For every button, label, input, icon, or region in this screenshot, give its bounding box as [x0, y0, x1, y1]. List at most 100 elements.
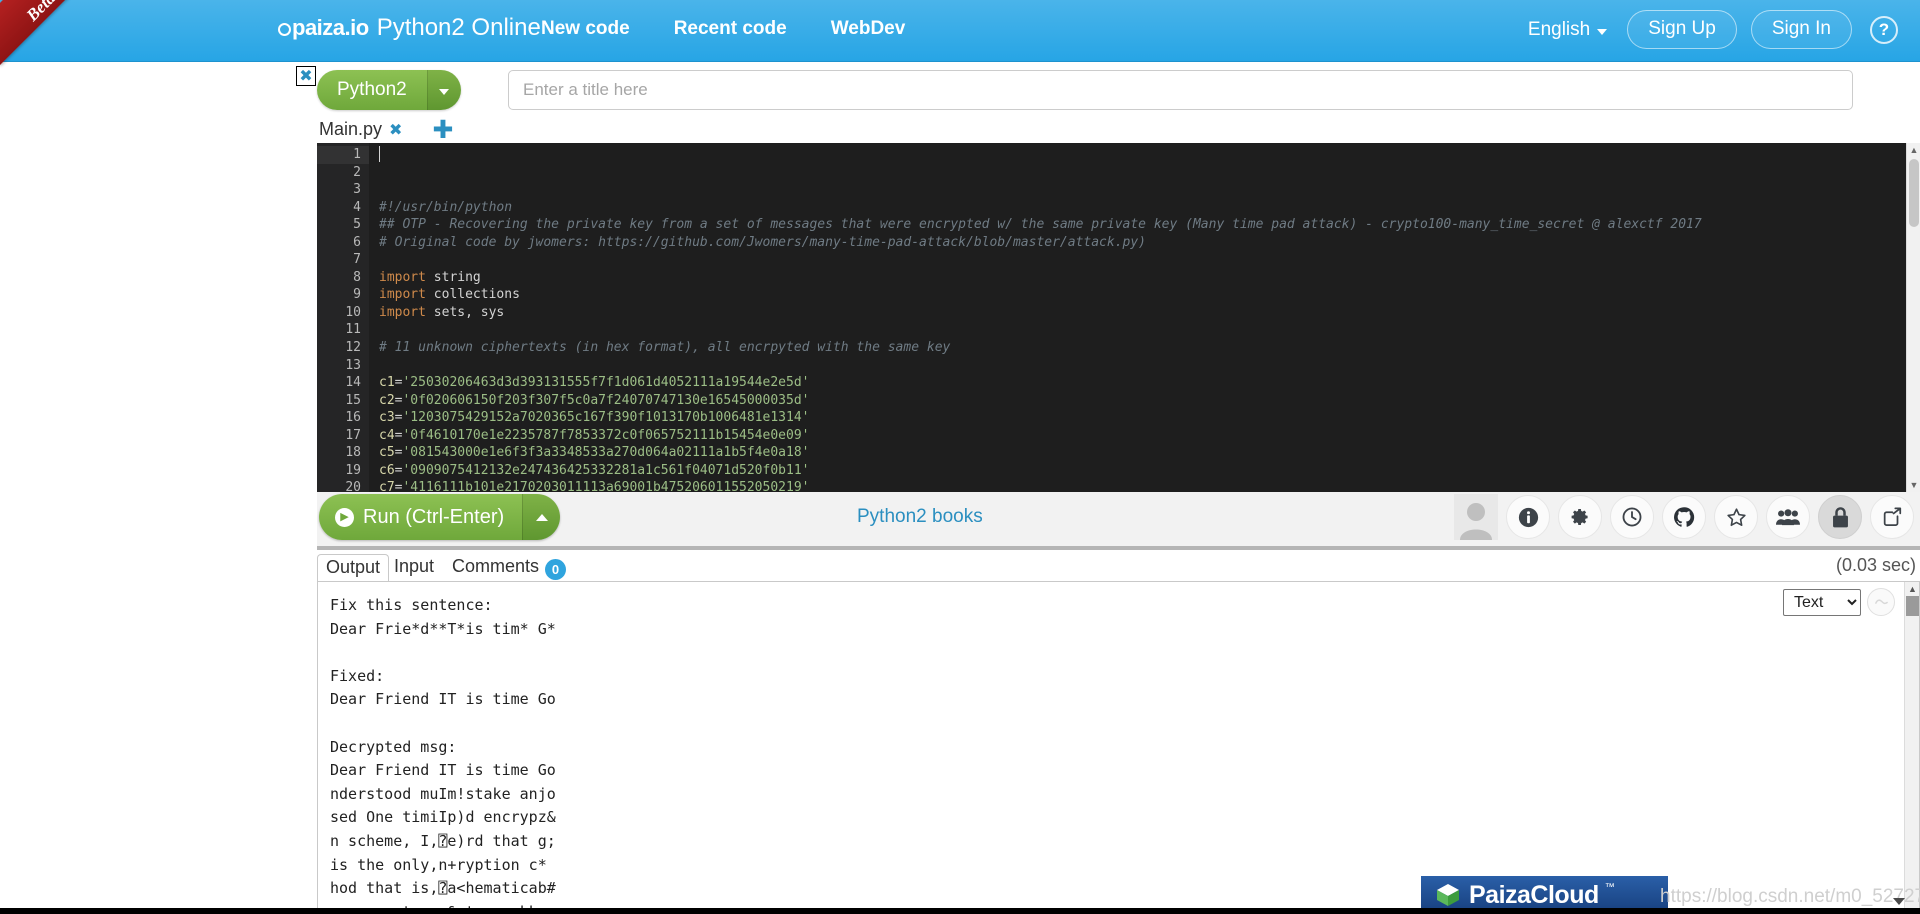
nav-recent-code[interactable]: Recent code: [670, 13, 791, 45]
file-tab-label: Main.py: [319, 118, 383, 139]
history-clock-icon[interactable]: [1610, 495, 1654, 539]
editor-line-number: 18: [345, 445, 361, 461]
run-button-label: Run (Ctrl-Enter): [363, 505, 505, 528]
editor-code-line: c7='4116111b101e2170203011113a69001b4752…: [379, 480, 810, 492]
output-text: Fix this sentence: Dear Frie*d**T*is tim…: [330, 596, 556, 913]
run-toolbar: ▶ Run (Ctrl-Enter) Python2 books: [317, 492, 1920, 550]
scroll-down-icon[interactable]: ▼: [1907, 478, 1920, 492]
beta-ribbon-label: Beta: [22, 0, 59, 25]
page-left-margin: [0, 62, 317, 914]
editor-code-line: c3='1203075429152a7020365c167f390f101317…: [379, 410, 810, 426]
editor-line-number: 19: [345, 462, 361, 478]
main-nav: New code Recent code WebDev: [537, 13, 909, 45]
chevron-down-icon: [1893, 898, 1905, 905]
add-file-icon[interactable]: ✚: [432, 117, 453, 142]
editor-code-line: ## OTP - Recovering the private key from…: [379, 217, 1702, 233]
output-format-select[interactable]: TextHTML: [1783, 589, 1861, 616]
editor-code-line: [379, 251, 1920, 269]
editor-scrollbar-thumb[interactable]: [1909, 159, 1919, 227]
paiza-logo: paiza.io: [278, 15, 369, 41]
refresh-icon[interactable]: [1867, 588, 1895, 616]
editor-line-number: 2: [353, 164, 361, 180]
editor-line-number: 16: [345, 410, 361, 426]
toolbar-icon-group: [1454, 494, 1914, 540]
editor-line-number: 3: [353, 182, 361, 198]
editor-code-line: # Original code by jwomers: https://gith…: [379, 234, 1147, 250]
editor-code-line: c4='0f4610170e1e2235787f7853372c0f065752…: [379, 427, 810, 443]
editor-code-line: import sets, sys: [379, 304, 505, 320]
editor-code-line: c2='0f020606150f203f307f5c0a7f2407074713…: [379, 392, 810, 408]
file-tab-bar: Main.py ✖ ✚: [317, 113, 453, 145]
nav-new-code[interactable]: New code: [537, 13, 634, 45]
tab-comments[interactable]: Comments 0: [444, 554, 574, 582]
editor-line-number: 20: [345, 480, 361, 492]
editor-line-number: 12: [345, 340, 361, 356]
code-editor[interactable]: 123456789101112131415161718192021 #!/usr…: [317, 143, 1920, 492]
group-users-icon[interactable]: [1766, 495, 1810, 539]
share-icon[interactable]: [1870, 495, 1914, 539]
lock-icon[interactable]: [1818, 495, 1862, 539]
beta-ribbon: Beta: [0, 0, 100, 66]
nav-webdev[interactable]: WebDev: [827, 13, 910, 45]
paiza-logo-dot-icon: [278, 22, 291, 36]
chevron-up-icon: [535, 513, 548, 521]
page-title: Python2 Online: [376, 14, 541, 41]
chevron-down-icon: [1597, 28, 1608, 35]
editor-scrollbar[interactable]: ▲ ▼: [1906, 143, 1920, 492]
brand[interactable]: paiza.io Python2 Online: [278, 11, 541, 45]
language-picker-button[interactable]: Python2: [317, 70, 461, 110]
output-tab-bar: Output Input Comments 0 (0.03 sec): [317, 554, 1920, 582]
nav-right-group: English Sign Up Sign In ?: [1522, 10, 1898, 49]
run-button-main[interactable]: ▶ Run (Ctrl-Enter): [319, 494, 523, 540]
scroll-up-icon[interactable]: ▲: [1905, 582, 1919, 596]
editor-code-line: [379, 321, 1920, 339]
info-icon[interactable]: [1506, 495, 1550, 539]
language-picker-label[interactable]: Python2: [317, 70, 427, 110]
language-selector[interactable]: English: [1522, 13, 1613, 47]
editor-line-number: 7: [353, 252, 361, 268]
top-navbar: Beta paiza.io Python2 Online New code Re…: [0, 0, 1920, 66]
gear-icon[interactable]: [1558, 495, 1602, 539]
run-button[interactable]: ▶ Run (Ctrl-Enter): [319, 494, 561, 540]
editor-line-number: 4: [353, 199, 361, 215]
editor-line-number: 10: [345, 304, 361, 320]
editor-code-line: c6='0909075412132e247436425332281a1c561f…: [379, 462, 810, 478]
paizacloud-brand: PaizaCloud: [1469, 880, 1599, 909]
chevron-down-icon: [439, 89, 450, 95]
editor-line-number: 5: [353, 217, 361, 233]
editor-code-line: import collections: [379, 287, 520, 303]
tab-output[interactable]: Output: [317, 554, 390, 582]
output-panel: Fix this sentence: Dear Frie*d**T*is tim…: [317, 581, 1920, 914]
editor-code-area[interactable]: #!/usr/bin/python ## OTP - Recovering the…: [369, 143, 1920, 492]
comments-count-badge: 0: [545, 559, 567, 580]
scroll-up-icon[interactable]: ▲: [1907, 143, 1920, 157]
sign-up-button[interactable]: Sign Up: [1627, 10, 1737, 49]
editor-line-number: 11: [345, 322, 361, 338]
python2-books-link[interactable]: Python2 books: [857, 506, 983, 528]
avatar[interactable]: [1454, 494, 1498, 540]
help-icon[interactable]: ?: [1870, 15, 1898, 44]
star-icon[interactable]: [1714, 495, 1758, 539]
github-icon[interactable]: [1662, 495, 1706, 539]
editor-line-number: 15: [345, 392, 361, 408]
run-options-dropdown[interactable]: [522, 494, 561, 540]
output-scrollbar[interactable]: ▲: [1904, 582, 1919, 913]
file-tab-main-py[interactable]: Main.py ✖: [317, 117, 410, 142]
editor-line-number: 8: [353, 269, 361, 285]
editor-line-number: 17: [345, 427, 361, 443]
output-scrollbar-thumb[interactable]: [1906, 596, 1919, 616]
trademark-icon: ™: [1604, 881, 1615, 893]
close-icon[interactable]: ✖: [296, 66, 316, 86]
sign-in-button[interactable]: Sign In: [1750, 10, 1852, 49]
csdn-url-watermark: https://blog.csdn.net/m0_52727862: [1660, 886, 1920, 907]
title-input[interactable]: [508, 70, 1853, 110]
editor-code-line: c5='081543000e1e6f3f3a3348533a270d064a02…: [379, 445, 810, 461]
editor-line-number: 9: [353, 287, 361, 303]
file-tab-close-icon[interactable]: ✖: [389, 120, 402, 139]
editor-line-number: 14: [345, 375, 361, 391]
bottom-black-strip: [0, 908, 1920, 914]
editor-code-line: [379, 357, 1920, 375]
tab-input[interactable]: Input: [386, 554, 442, 581]
text-cursor: [379, 146, 380, 162]
tab-comments-label: Comments: [452, 556, 540, 576]
